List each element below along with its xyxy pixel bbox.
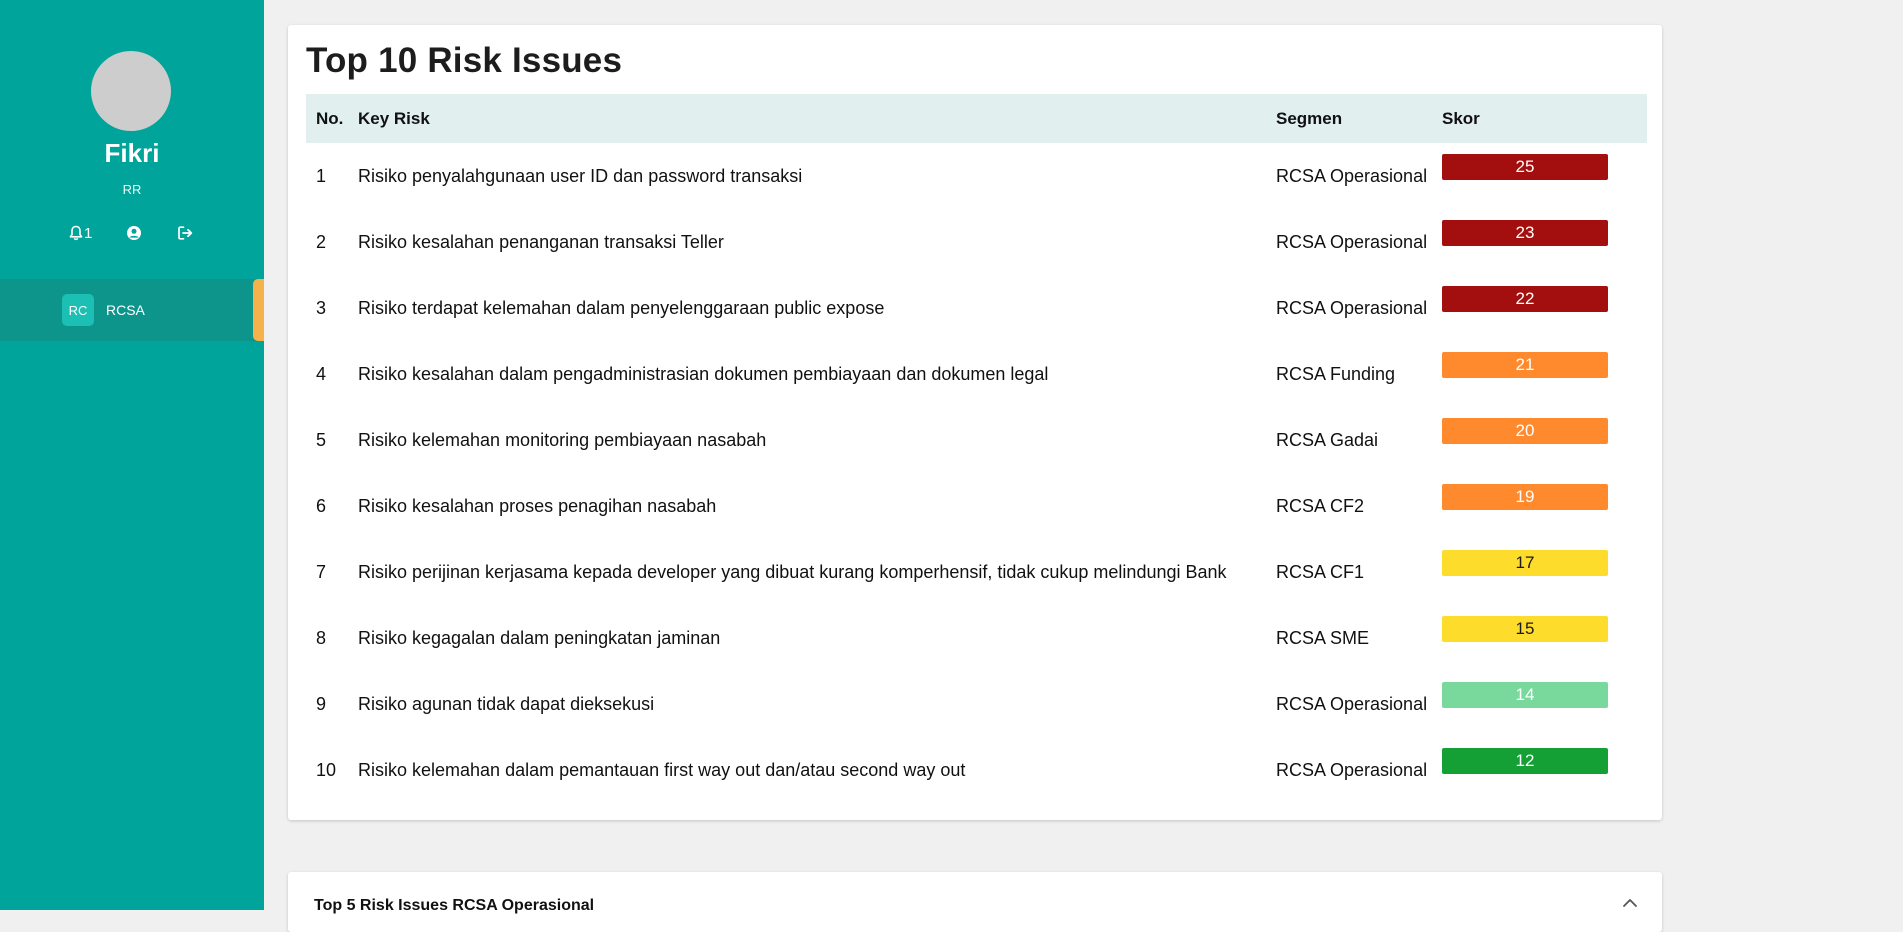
- header-segmen: Segmen: [1276, 109, 1343, 128]
- chevron-up-icon: [1620, 897, 1640, 914]
- key-risk-text: Risiko penyalahgunaan user ID dan passwo…: [358, 166, 803, 186]
- segmen-text: RCSA Gadai: [1276, 430, 1379, 450]
- section-title: Top 5 Risk Issues RCSA Operasional: [314, 897, 595, 914]
- key-risk-text: Risiko perijinan kerjasama kepada develo…: [358, 562, 1227, 582]
- score-badge: 22: [1442, 286, 1608, 312]
- row-number: 1: [316, 166, 327, 186]
- segmen-text: RCSA CF2: [1276, 496, 1365, 516]
- user-actions: 1: [0, 222, 264, 244]
- key-risk-text: Risiko kelemahan dalam pemantauan first …: [358, 760, 966, 780]
- score-badge: 20: [1442, 418, 1608, 444]
- segmen-text: RCSA Funding: [1276, 364, 1396, 384]
- top-risk-card: Top 10 Risk Issues No. Key Risk Segmen S…: [288, 25, 1662, 820]
- row-number: 10: [316, 760, 337, 780]
- segmen-text: RCSA SME: [1276, 628, 1370, 648]
- header-skor: Skor: [1442, 109, 1480, 128]
- table-row[interactable]: 5 Risiko kelemahan monitoring pembiayaan …: [306, 407, 1647, 473]
- header-key-risk: Key Risk: [358, 109, 430, 128]
- segmen-text: RCSA Operasional: [1276, 232, 1428, 252]
- score-badge: 19: [1442, 484, 1608, 510]
- table-row[interactable]: 4 Risiko kesalahan dalam pengadministrasi…: [306, 341, 1647, 407]
- score-badge: 17: [1442, 550, 1608, 576]
- score-badge: 21: [1442, 352, 1608, 378]
- active-indicator: [253, 279, 264, 341]
- row-number: 5: [316, 430, 327, 450]
- row-number: 4: [316, 364, 327, 384]
- segmen-text: RCSA CF1: [1276, 562, 1365, 582]
- collapse-button[interactable]: [1620, 896, 1640, 910]
- score-badge: 15: [1442, 616, 1608, 642]
- user-role: RR: [122, 182, 142, 197]
- row-number: 2: [316, 232, 327, 252]
- table-row[interactable]: 2 Risiko kesalahan penanganan transaksi T…: [306, 209, 1647, 275]
- table-row[interactable]: 3 Risiko terdapat kelemahan dalam penyele…: [306, 275, 1647, 341]
- segmen-text: RCSA Operasional: [1276, 166, 1428, 186]
- key-risk-text: Risiko terdapat kelemahan dalam penyelen…: [358, 298, 885, 318]
- bell-icon: [69, 225, 83, 241]
- score-badge: 25: [1442, 154, 1608, 180]
- row-number: 8: [316, 628, 327, 648]
- user-name: Fikri: [104, 138, 160, 168]
- table-row[interactable]: 9 Risiko agunan tidak dapat dieksekusi RCS…: [306, 671, 1647, 737]
- table-header: No. Key Risk Segmen Skor: [306, 94, 1647, 143]
- key-risk-text: Risiko kesalahan penanganan transaksi Te…: [358, 232, 724, 252]
- sidebar-item-rcsa[interactable]: RC RCSA: [0, 279, 264, 341]
- score-badge: 14: [1442, 682, 1608, 708]
- sidebar-item-label: RCSA: [106, 302, 145, 318]
- segmen-text: RCSA Operasional: [1276, 694, 1428, 714]
- row-number: 3: [316, 298, 327, 318]
- row-number: 6: [316, 496, 327, 516]
- nav-badge: RC: [62, 294, 94, 326]
- key-risk-text: Risiko kesalahan dalam pengadministrasia…: [358, 364, 1049, 384]
- table-row[interactable]: 8 Risiko kegagalan dalam peningkatan jami…: [306, 605, 1647, 671]
- table-row[interactable]: 6 Risiko kesalahan proses penagihan nasab…: [306, 473, 1647, 539]
- table-row[interactable]: 1 Risiko penyalahgunaan user ID dan passw…: [306, 143, 1647, 209]
- key-risk-text: Risiko kesalahan proses penagihan nasaba…: [358, 496, 717, 516]
- score-badge: 23: [1442, 220, 1608, 246]
- page-title: Top 10 Risk Issues: [306, 41, 623, 80]
- user-circle-icon: [126, 225, 142, 241]
- segmen-text: RCSA Operasional: [1276, 298, 1428, 318]
- notification-button[interactable]: 1: [69, 222, 92, 244]
- profile-button[interactable]: [126, 222, 142, 244]
- row-number: 9: [316, 694, 327, 714]
- score-badge: 12: [1442, 748, 1608, 774]
- sidebar: Fikri RR 1 RC RCSA: [0, 0, 264, 910]
- table-row[interactable]: 7 Risiko perijinan kerjasama kepada devel…: [306, 539, 1647, 605]
- segmen-text: RCSA Operasional: [1276, 760, 1428, 780]
- logout-button[interactable]: [177, 222, 194, 244]
- table-row[interactable]: 10 Risiko kelemahan dalam pemantauan firs…: [306, 737, 1647, 803]
- notification-count: 1: [84, 224, 93, 242]
- section-card: Top 5 Risk Issues RCSA Operasional: [288, 872, 1662, 932]
- key-risk-text: Risiko kelemahan monitoring pembiayaan n…: [358, 430, 767, 450]
- key-risk-text: Risiko kegagalan dalam peningkatan jamin…: [358, 628, 721, 648]
- header-no: No.: [316, 109, 344, 128]
- row-number: 7: [316, 562, 327, 582]
- logout-icon: [177, 225, 194, 241]
- key-risk-text: Risiko agunan tidak dapat dieksekusi: [358, 694, 655, 714]
- avatar[interactable]: [91, 51, 171, 131]
